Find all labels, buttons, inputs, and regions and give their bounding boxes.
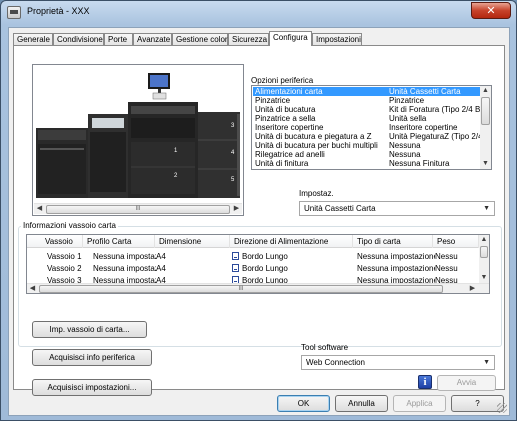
cancel-button[interactable]: Annulla	[335, 395, 388, 412]
tray-info-title: Informazioni vassoio carta	[21, 221, 118, 230]
column-header[interactable]: Dimensione	[155, 235, 230, 248]
printer-illustration: 3 4 1 2 5	[34, 66, 242, 202]
list-item[interactable]: Inseritore copertine Inseritore copertin…	[253, 123, 481, 132]
acquire-device-info-button[interactable]: Acquisisci info periferica	[32, 349, 152, 366]
long-edge-icon	[232, 252, 239, 260]
dialog-client-area: Generale Condivisione Porte Avanzate Ges…	[8, 27, 510, 416]
tray-table-vscroll[interactable]: ▲ ▼	[479, 235, 489, 283]
column-header[interactable]: Profilo Carta	[83, 235, 155, 248]
table-row[interactable]: Vassoio 1 Nessuna impostaz A4 Bordo Lung…	[27, 251, 479, 262]
chevron-down-icon: ▼	[483, 359, 490, 366]
scroll-down-icon[interactable]: ▼	[480, 159, 491, 169]
tray-table-hscroll-thumb[interactable]: III	[39, 285, 443, 293]
scroll-left-icon[interactable]: ◀	[27, 284, 38, 293]
software-tool-label: Tool software	[301, 343, 349, 352]
close-button[interactable]: ✕	[471, 2, 511, 19]
info-icon[interactable]: i	[418, 375, 432, 389]
tray-table-header: Vassoio Profilo Carta Dimensione Direzio…	[27, 235, 479, 248]
printer-image-scroll-thumb[interactable]: III	[46, 205, 230, 214]
tray-table[interactable]: Vassoio Profilo Carta Dimensione Direzio…	[26, 234, 490, 294]
printer-image-frame: 3 4 1 2 5 ◀ III ▶	[32, 64, 244, 216]
list-item[interactable]: Pinzatrice a sella Unità sella	[253, 114, 481, 123]
scroll-up-icon[interactable]: ▲	[479, 235, 489, 245]
printer-image: 3 4 1 2 5	[34, 66, 242, 202]
tray-settings-button[interactable]: Imp. vassoio di carta...	[32, 321, 147, 338]
device-options-label: Opzioni periferica	[251, 76, 314, 85]
list-item[interactable]: Alimentazioni carta Unità Cassetti Carta	[253, 87, 481, 96]
scroll-down-icon[interactable]: ▼	[479, 273, 489, 283]
scroll-up-icon[interactable]: ▲	[480, 86, 491, 96]
list-item[interactable]: Rilegatrice ad anelli Nessuna	[253, 150, 481, 159]
column-header[interactable]: Direzione di Alimentazione	[230, 235, 353, 248]
list-item[interactable]: Pinzatrice Pinzatrice	[253, 96, 481, 105]
resize-grip-icon[interactable]	[497, 403, 507, 413]
properties-window: Proprietà - XXX ✕ Generale Condivisione …	[0, 0, 517, 421]
chevron-down-icon: ▼	[483, 205, 490, 212]
acquire-settings-button[interactable]: Acquisisci impostazioni...	[32, 379, 152, 396]
ok-button[interactable]: OK	[277, 395, 330, 412]
list-item[interactable]: Unità di bucatura per buchi multipli Nes…	[253, 141, 481, 150]
title-bar[interactable]: Proprietà - XXX ✕	[1, 1, 516, 25]
setting-select-value: Unità Cassetti Carta	[304, 204, 376, 213]
printer-icon	[7, 6, 21, 19]
printer-image-hscroll[interactable]: ◀ III ▶	[34, 203, 242, 214]
scroll-right-icon[interactable]: ▶	[231, 204, 242, 214]
tab-configura[interactable]: Configura	[269, 31, 312, 46]
device-options-list[interactable]: Alimentazioni carta Unità Cassetti Carta…	[251, 85, 492, 170]
setting-select[interactable]: Unità Cassetti Carta ▼	[299, 201, 495, 216]
device-options-scroll-thumb[interactable]	[481, 97, 490, 125]
column-header[interactable]: Vassoio	[27, 235, 83, 248]
table-row[interactable]: Vassoio 2 Nessuna impostaz A4 Bordo Lung…	[27, 263, 479, 274]
column-header[interactable]: Peso	[433, 235, 479, 248]
setting-label: Impostaz.	[299, 189, 334, 198]
scroll-left-icon[interactable]: ◀	[34, 204, 45, 214]
long-edge-icon	[232, 264, 239, 272]
apply-button[interactable]: Applica	[393, 395, 446, 412]
scroll-right-icon[interactable]: ▶	[467, 284, 478, 293]
tray-table-vscroll-thumb[interactable]	[480, 246, 488, 258]
device-options-vscroll[interactable]: ▲ ▼	[480, 86, 491, 169]
list-item[interactable]: Unità di finitura Nessuna Finitura	[253, 159, 481, 168]
list-item[interactable]: Unità di bucatura e piegatura a Z Unità …	[253, 132, 481, 141]
tray-table-hscroll[interactable]: ◀ III ▶	[27, 283, 489, 293]
software-tool-select-value: Web Connection	[306, 358, 365, 367]
list-item[interactable]: Unità di bucatura Kit di Foratura (Tipo …	[253, 105, 481, 114]
configura-panel: 3 4 1 2 5 ◀ III ▶ Opzioni periferica Ali…	[13, 45, 505, 396]
window-title: Proprietà - XXX	[27, 6, 90, 16]
column-header[interactable]: Tipo di carta	[353, 235, 433, 248]
software-tool-select[interactable]: Web Connection ▼	[301, 355, 495, 370]
start-button[interactable]: Avvia	[437, 375, 496, 391]
